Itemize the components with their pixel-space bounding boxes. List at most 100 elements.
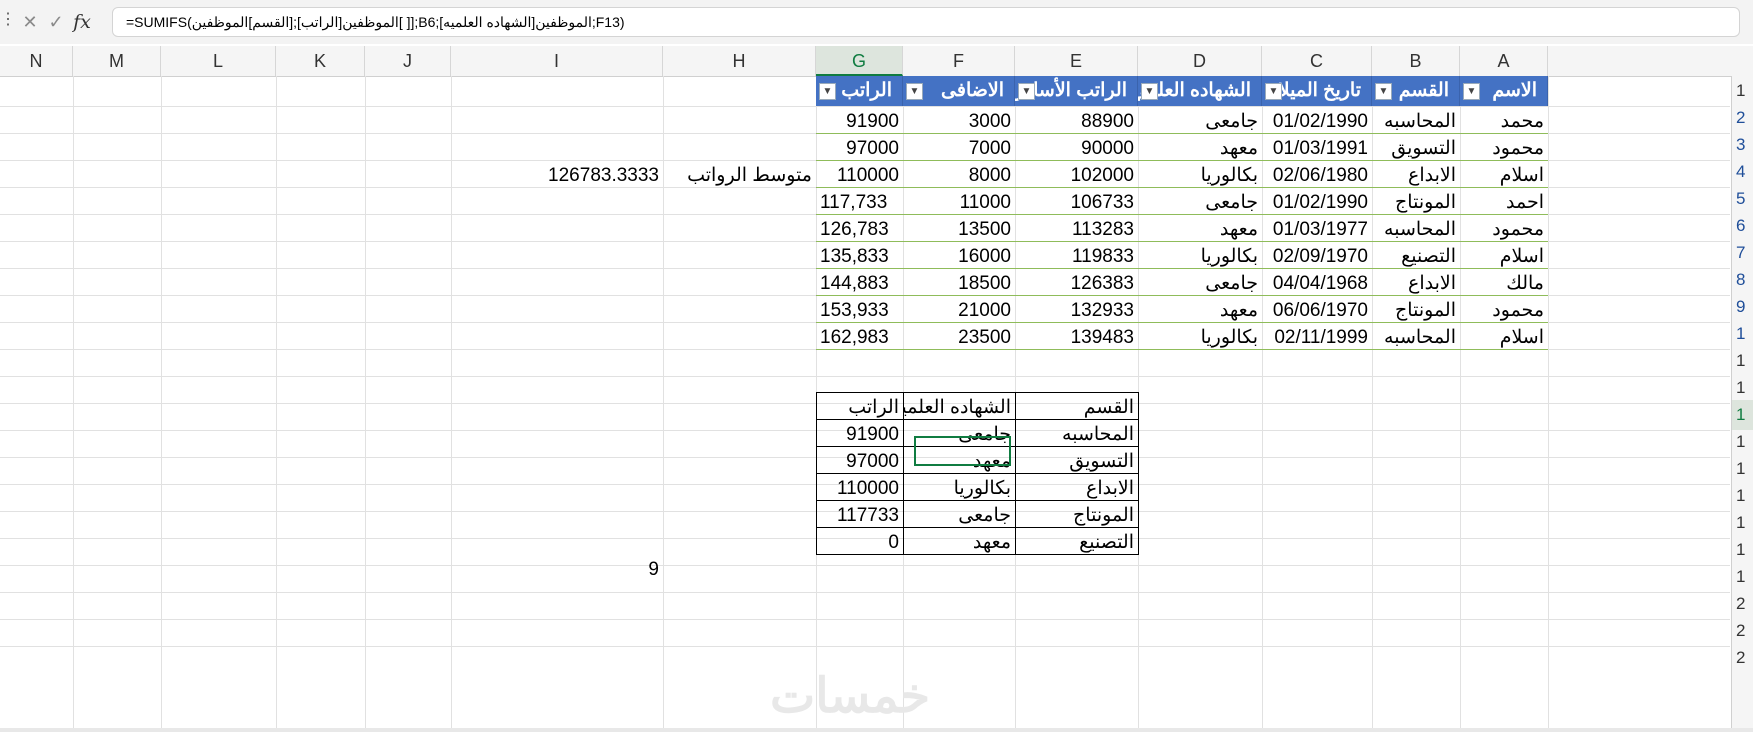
filter-active-icon[interactable]: ▼	[819, 83, 836, 100]
summary-cell[interactable]: المحاسبه	[1015, 420, 1138, 450]
summary-cell[interactable]: 117733	[816, 501, 903, 531]
count-cell[interactable]: 9	[451, 555, 663, 585]
table-cell[interactable]: 102000	[1015, 161, 1138, 191]
row-header[interactable]: 2	[1732, 616, 1753, 646]
table-cell[interactable]: الابداع	[1372, 269, 1460, 299]
table-cell[interactable]: 02/06/1980	[1262, 161, 1372, 191]
row-header[interactable]: 1	[1732, 535, 1753, 565]
table-cell[interactable]: المونتاج	[1372, 188, 1460, 218]
table-cell[interactable]: 01/03/1977	[1262, 215, 1372, 245]
table-cell[interactable]: 04/04/1968	[1262, 269, 1372, 299]
row-header[interactable]: 1	[1732, 76, 1753, 106]
column-header-d[interactable]: D	[1138, 46, 1262, 76]
row-header[interactable]: 1	[1732, 319, 1753, 349]
column-header-b[interactable]: B	[1372, 46, 1460, 76]
table-cell[interactable]: 153,933	[816, 296, 903, 326]
table-cell[interactable]: اسلام	[1460, 242, 1548, 272]
column-header-g[interactable]: G	[816, 46, 903, 76]
row-header[interactable]: 1	[1732, 562, 1753, 592]
table-cell[interactable]: 16000	[903, 242, 1015, 272]
summary-header-dept[interactable]: القسم	[1015, 393, 1138, 423]
row-header[interactable]: 7	[1732, 238, 1753, 268]
row-header[interactable]: 1	[1732, 346, 1753, 376]
table-cell[interactable]: 21000	[903, 296, 1015, 326]
table-cell[interactable]: 02/09/1970	[1262, 242, 1372, 272]
table-cell[interactable]: 13500	[903, 215, 1015, 245]
table-cell[interactable]: جامعى	[1138, 269, 1262, 299]
summary-cell[interactable]: 97000	[816, 447, 903, 477]
table-cell[interactable]: 110000	[816, 161, 903, 191]
table-cell[interactable]: 01/02/1990	[1262, 107, 1372, 137]
filter-dropdown-icon[interactable]: ▼	[1375, 83, 1392, 100]
summary-cell[interactable]: الابداع	[1015, 474, 1138, 504]
table-cell[interactable]: 119833	[1015, 242, 1138, 272]
table-cell[interactable]: المحاسبه	[1372, 323, 1460, 353]
column-header-m[interactable]: M	[73, 46, 161, 76]
table-cell[interactable]: معهد	[1138, 215, 1262, 245]
table-cell[interactable]: 132933	[1015, 296, 1138, 326]
table-cell[interactable]: 97000	[816, 134, 903, 164]
table-cell[interactable]: 91900	[816, 107, 903, 137]
summary-header-degree[interactable]: الشهاده العلميه	[903, 393, 1015, 423]
average-label[interactable]: متوسط الرواتب	[663, 161, 816, 191]
summary-cell[interactable]: التسويق	[1015, 447, 1138, 477]
row-header[interactable]: 1	[1732, 373, 1753, 403]
table-cell[interactable]: معهد	[1138, 134, 1262, 164]
table-cell[interactable]: 135,833	[816, 242, 903, 272]
filter-dropdown-icon[interactable]: ▼	[1018, 83, 1035, 100]
summary-cell[interactable]: 110000	[816, 474, 903, 504]
row-header[interactable]: 9	[1732, 292, 1753, 322]
average-value[interactable]: 126783.3333	[451, 161, 663, 191]
column-header-j[interactable]: J	[365, 46, 451, 76]
table-cell[interactable]: 18500	[903, 269, 1015, 299]
table-cell[interactable]: محمد	[1460, 107, 1548, 137]
row-header[interactable]: 1	[1732, 481, 1753, 511]
table-cell[interactable]: اسلام	[1460, 323, 1548, 353]
column-header-a[interactable]: A	[1460, 46, 1548, 76]
summary-cell[interactable]: المونتاج	[1015, 501, 1138, 531]
column-header-c[interactable]: C	[1262, 46, 1372, 76]
column-header-e[interactable]: E	[1015, 46, 1138, 76]
row-header[interactable]: 8	[1732, 265, 1753, 295]
column-header-l[interactable]: L	[161, 46, 276, 76]
row-header[interactable]: 1	[1732, 400, 1753, 430]
table-cell[interactable]: 117,733	[816, 188, 903, 218]
table-cell[interactable]: 01/03/1991	[1262, 134, 1372, 164]
table-cell[interactable]: التصنيع	[1372, 242, 1460, 272]
table-cell[interactable]: 06/06/1970	[1262, 296, 1372, 326]
table-cell[interactable]: 3000	[903, 107, 1015, 137]
fx-icon[interactable]: fx	[70, 10, 94, 34]
x-icon[interactable]: ✕	[18, 10, 42, 34]
table-cell[interactable]: 90000	[1015, 134, 1138, 164]
filter-dropdown-icon[interactable]: ▼	[906, 83, 923, 100]
table-cell[interactable]: 126,783	[816, 215, 903, 245]
row-header[interactable]: 1	[1732, 454, 1753, 484]
table-cell[interactable]: 23500	[903, 323, 1015, 353]
table-cell[interactable]: 8000	[903, 161, 1015, 191]
table-cell[interactable]: بكالوريا	[1138, 242, 1262, 272]
column-header-h[interactable]: H	[663, 46, 816, 76]
table-cell[interactable]: معهد	[1138, 296, 1262, 326]
check-icon[interactable]: ✓	[44, 10, 68, 34]
table-cell[interactable]: اسلام	[1460, 161, 1548, 191]
table-cell[interactable]: محمود	[1460, 296, 1548, 326]
active-cell-selection[interactable]	[914, 436, 1011, 466]
row-header[interactable]: 2	[1732, 589, 1753, 619]
table-cell[interactable]: احمد	[1460, 188, 1548, 218]
column-header-n[interactable]: N	[0, 46, 73, 76]
table-cell[interactable]: بكالوريا	[1138, 323, 1262, 353]
row-header[interactable]: 1	[1732, 508, 1753, 538]
table-cell[interactable]: مالك	[1460, 269, 1548, 299]
table-cell[interactable]: 7000	[903, 134, 1015, 164]
filter-dropdown-icon[interactable]: ▼	[1463, 83, 1480, 100]
table-cell[interactable]: 02/11/1999	[1262, 323, 1372, 353]
summary-cell[interactable]: 0	[816, 528, 903, 558]
table-cell[interactable]: 113283	[1015, 215, 1138, 245]
table-cell[interactable]: 01/02/1990	[1262, 188, 1372, 218]
table-cell[interactable]: محمود	[1460, 134, 1548, 164]
row-header[interactable]: 4	[1732, 157, 1753, 187]
table-cell[interactable]: المحاسبه	[1372, 107, 1460, 137]
table-cell[interactable]: بكالوريا	[1138, 161, 1262, 191]
table-cell[interactable]: 88900	[1015, 107, 1138, 137]
table-cell[interactable]: 162,983	[816, 323, 903, 353]
